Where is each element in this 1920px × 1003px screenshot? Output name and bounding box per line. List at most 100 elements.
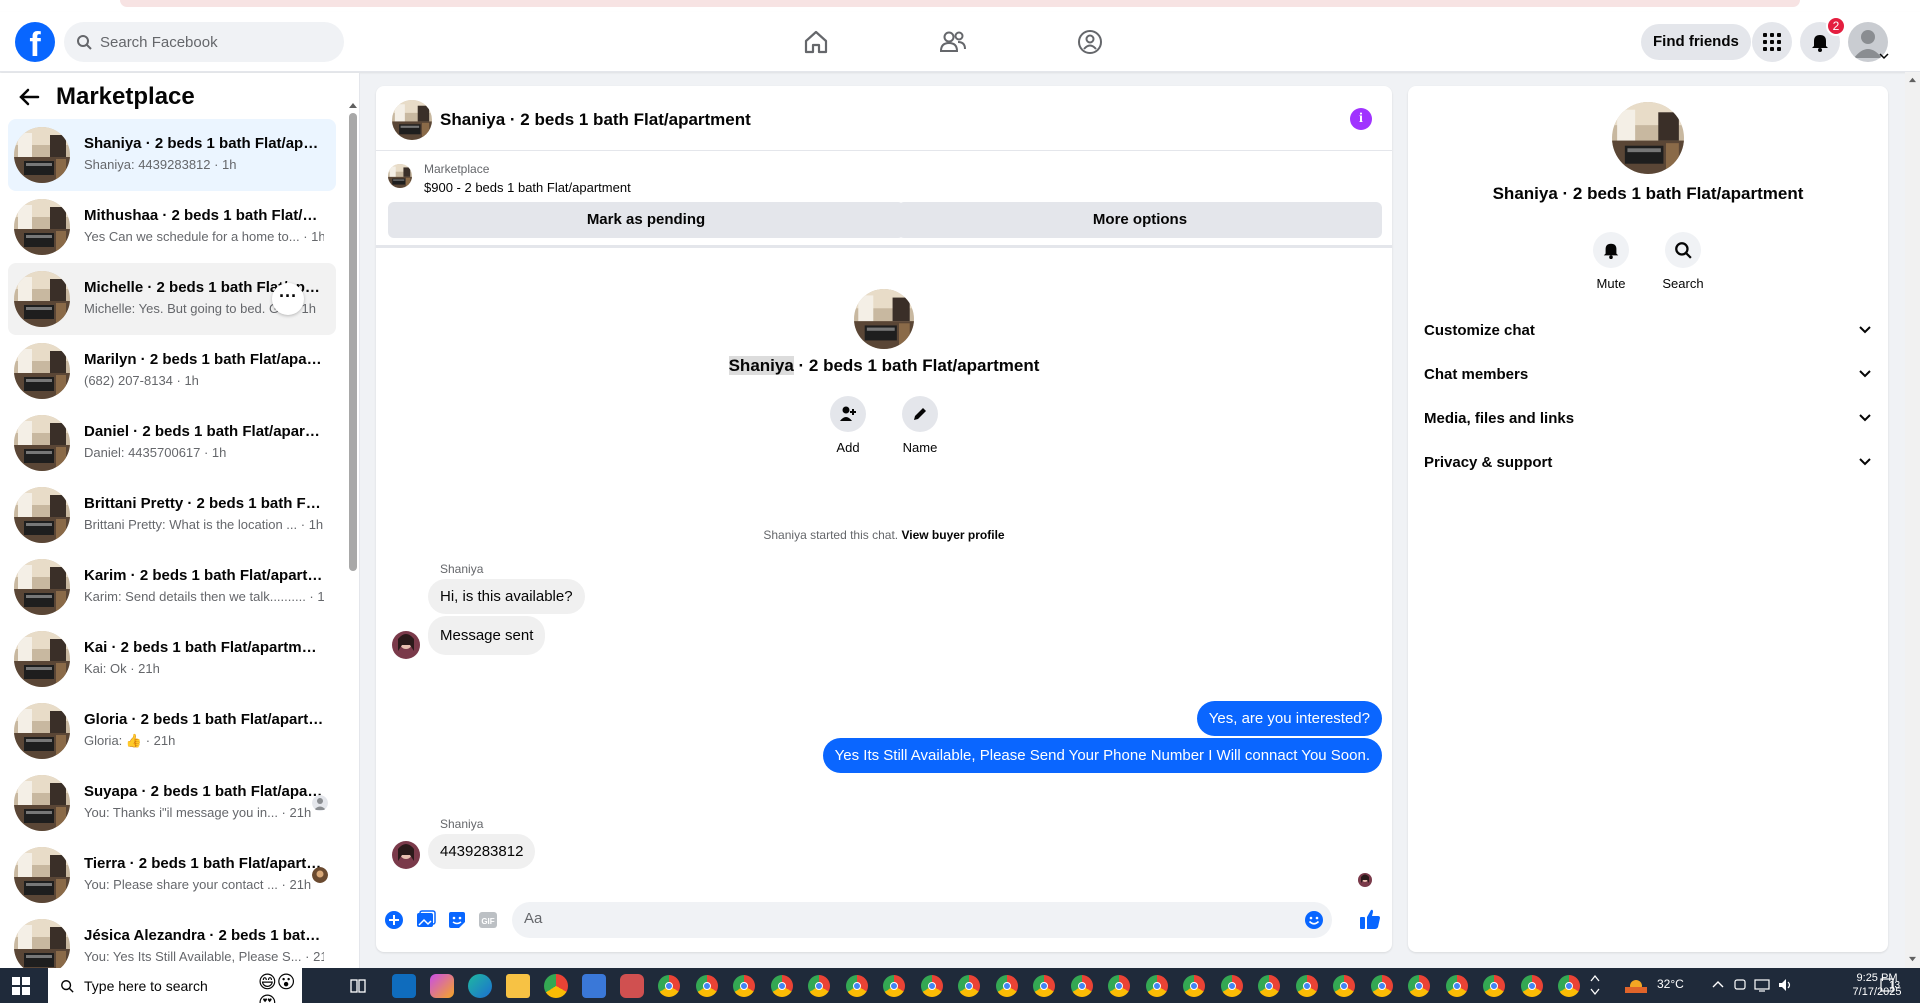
- scroll-down-icon[interactable]: [1908, 956, 1917, 963]
- incoming-message[interactable]: Hi, is this available?: [428, 579, 585, 614]
- chrome-app-icon[interactable]: [544, 974, 568, 998]
- windows-start-icon[interactable]: [12, 977, 30, 995]
- more-options-button[interactable]: More options: [898, 202, 1382, 238]
- conversation-item[interactable]: Shaniya · 2 beds 1 bath Flat/apartment S…: [8, 119, 336, 191]
- photo-icon[interactable]: [416, 910, 436, 930]
- mark-pending-button[interactable]: Mark as pending: [388, 202, 904, 238]
- chrome-window-icon[interactable]: [883, 975, 905, 997]
- message-input[interactable]: [524, 910, 1284, 927]
- media-files-links-section[interactable]: Media, files and links: [1416, 396, 1880, 440]
- name-chat-button[interactable]: Name: [890, 396, 950, 455]
- like-thumb-icon[interactable]: [1359, 908, 1381, 930]
- home-nav-button[interactable]: [800, 26, 832, 58]
- chrome-window-icon[interactable]: [995, 975, 1018, 997]
- chrome-window-icon[interactable]: [658, 975, 680, 997]
- search-input[interactable]: [100, 33, 320, 51]
- outlook-app-icon[interactable]: [392, 974, 416, 998]
- sender-avatar[interactable]: [392, 631, 420, 659]
- menu-button[interactable]: [1752, 22, 1792, 62]
- conversation-item[interactable]: Tierra · 2 beds 1 bath Flat/apartment Yo…: [8, 839, 336, 911]
- emoji-icon[interactable]: [1304, 910, 1324, 930]
- chrome-window-icon[interactable]: [1333, 975, 1355, 997]
- plus-circle-icon[interactable]: [384, 910, 404, 930]
- info-icon[interactable]: i: [1350, 108, 1372, 130]
- copilot-app-icon[interactable]: [430, 974, 454, 998]
- conversation-item[interactable]: Daniel · 2 beds 1 bath Flat/apartment Da…: [8, 407, 336, 479]
- chrome-window-icon[interactable]: [1295, 975, 1318, 997]
- outgoing-message[interactable]: Yes, are you interested?: [1196, 701, 1382, 736]
- conversation-item[interactable]: Mithushaa · 2 beds 1 bath Flat/apartment…: [8, 191, 336, 263]
- store-app-icon[interactable]: [582, 974, 606, 998]
- conversation-item[interactable]: Michelle · 2 beds 1 bath Flat/apartment …: [8, 263, 336, 335]
- chrome-window-icon[interactable]: [1445, 975, 1468, 997]
- taskbar-search-box[interactable]: Type here to search 😄😮😍: [48, 968, 302, 1003]
- chrome-window-icon[interactable]: [920, 975, 943, 997]
- back-arrow-icon[interactable]: [18, 87, 40, 107]
- chat-title[interactable]: Shaniya · 2 beds 1 bath Flat/apartment: [440, 110, 751, 130]
- chrome-window-icon[interactable]: [808, 975, 830, 997]
- chrome-window-icon[interactable]: [733, 975, 755, 997]
- task-view-icon[interactable]: [350, 978, 366, 994]
- scroll-up-icon[interactable]: [1908, 76, 1917, 83]
- message-input-box[interactable]: [512, 902, 1332, 938]
- conversation-name: Gloria · 2 beds 1 bath Flat/apartment: [84, 711, 324, 728]
- chrome-window-icon[interactable]: [958, 975, 980, 997]
- chat-thumbnail[interactable]: [392, 100, 432, 140]
- conversation-item[interactable]: Kai · 2 beds 1 bath Flat/apartment Kai: …: [8, 623, 336, 695]
- chevron-up-icon[interactable]: [1712, 979, 1724, 989]
- taskbar-scroll-icon[interactable]: [1590, 973, 1600, 997]
- network-icon[interactable]: [1754, 977, 1770, 993]
- facebook-logo[interactable]: f: [15, 22, 55, 62]
- find-friends-button[interactable]: Find friends: [1641, 24, 1751, 60]
- chat-members-section[interactable]: Chat members: [1416, 352, 1880, 396]
- chrome-window-icon[interactable]: [1483, 975, 1505, 997]
- outgoing-message[interactable]: Yes Its Still Available, Please Send You…: [822, 738, 1382, 773]
- file-explorer-app-icon[interactable]: [506, 974, 530, 998]
- search-bar[interactable]: [64, 22, 344, 62]
- add-people-button[interactable]: Add: [818, 396, 878, 455]
- chrome-window-icon[interactable]: [1258, 975, 1280, 997]
- chrome-window-icon[interactable]: [770, 975, 793, 997]
- weather-icon[interactable]: [1625, 975, 1647, 995]
- sidebar-scrollbar[interactable]: [345, 101, 359, 989]
- chrome-window-icon[interactable]: [845, 975, 868, 997]
- scrollbar-thumb[interactable]: [349, 113, 357, 571]
- incoming-message[interactable]: 4439283812: [428, 834, 536, 869]
- scroll-up-icon[interactable]: [348, 101, 358, 109]
- groups-nav-button[interactable]: [1074, 26, 1106, 58]
- conversation-item[interactable]: Gloria · 2 beds 1 bath Flat/apartment Gl…: [8, 695, 336, 767]
- customize-chat-section[interactable]: Customize chat: [1416, 308, 1880, 352]
- chrome-window-icon[interactable]: [1408, 975, 1430, 997]
- chrome-window-icon[interactable]: [1183, 975, 1205, 997]
- chrome-window-icon[interactable]: [1145, 975, 1168, 997]
- listing-price[interactable]: $900 - 2 beds 1 bath Flat/apartment: [424, 180, 631, 195]
- view-buyer-profile-link[interactable]: View buyer profile: [901, 528, 1004, 542]
- conversation-item[interactable]: Karim · 2 beds 1 bath Flat/apartment Kar…: [8, 551, 336, 623]
- chrome-window-icon[interactable]: [695, 975, 718, 997]
- incoming-message[interactable]: Message sent: [428, 616, 546, 655]
- volume-icon[interactable]: [1778, 977, 1794, 993]
- more-options-icon[interactable]: ···: [272, 283, 304, 315]
- chrome-window-icon[interactable]: [1108, 975, 1130, 997]
- chrome-window-icon[interactable]: [1558, 975, 1580, 997]
- page-scrollbar[interactable]: [1905, 72, 1920, 968]
- search-chat-button[interactable]: Search: [1653, 232, 1713, 291]
- mute-button[interactable]: Mute: [1581, 232, 1641, 291]
- chrome-window-icon[interactable]: [1520, 975, 1543, 997]
- meet-now-icon[interactable]: [1733, 977, 1747, 993]
- conversation-item[interactable]: Suyapa · 2 beds 1 bath Flat/apartment Yo…: [8, 767, 336, 839]
- conversation-item[interactable]: Brittani Pretty · 2 beds 1 bath Flat/apa…: [8, 479, 336, 551]
- conversation-item[interactable]: Marilyn · 2 beds 1 bath Flat/apartment (…: [8, 335, 336, 407]
- chrome-window-icon[interactable]: [1370, 975, 1393, 997]
- app-icon[interactable]: [620, 974, 644, 998]
- chrome-window-icon[interactable]: [1070, 975, 1093, 997]
- top-navbar: f Find friends 2: [0, 12, 1920, 72]
- friends-nav-button[interactable]: [937, 26, 969, 58]
- gif-icon[interactable]: GIF: [478, 910, 498, 930]
- chrome-window-icon[interactable]: [1033, 975, 1055, 997]
- sender-avatar[interactable]: [392, 841, 420, 869]
- sticker-icon[interactable]: [447, 910, 467, 930]
- privacy-support-section[interactable]: Privacy & support: [1416, 440, 1880, 484]
- edge-app-icon[interactable]: [468, 974, 492, 998]
- chrome-window-icon[interactable]: [1220, 975, 1243, 997]
